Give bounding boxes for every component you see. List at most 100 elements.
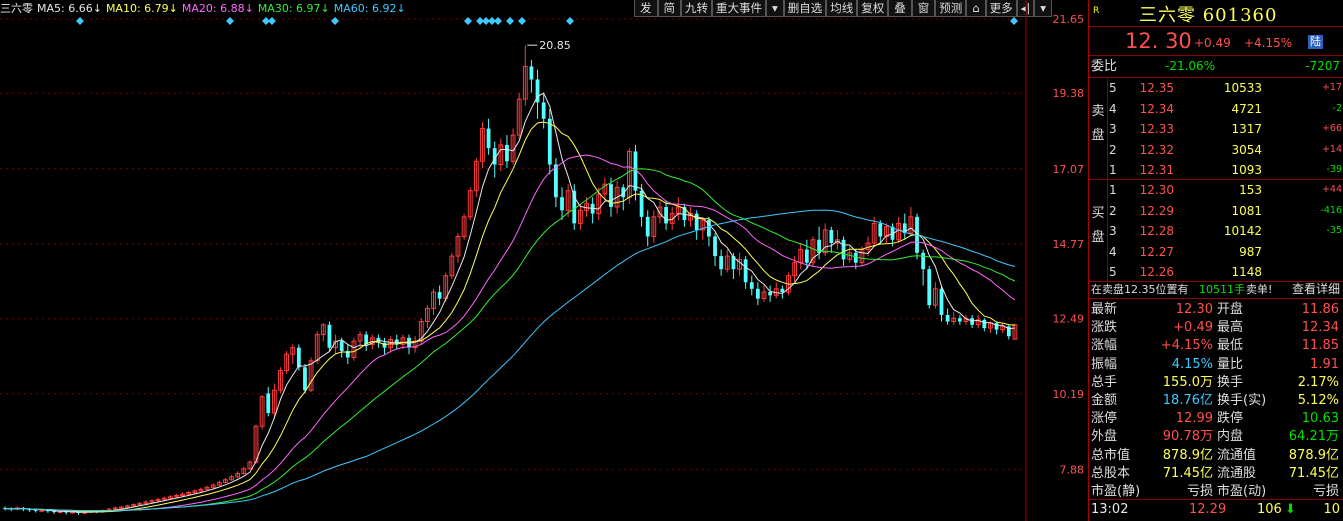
price-change-pct: +4.15%: [1244, 36, 1293, 50]
stat-value: 11.86: [1301, 302, 1339, 317]
stat-value: 155.0万: [1162, 374, 1213, 390]
y-tick-label: 12.49: [1053, 313, 1085, 326]
candle-body: [645, 216, 650, 237]
event-marker-icon: [268, 17, 276, 25]
stat-label: 内盘: [1217, 429, 1244, 445]
view-detail-link[interactable]: 查看详细: [1292, 281, 1340, 298]
stat-value: 12.99: [1175, 411, 1213, 427]
y-tick-label: 17.07: [1053, 163, 1085, 176]
order-volume: 10533: [1223, 81, 1262, 95]
candle-body: [529, 66, 534, 80]
candle-body: [945, 314, 950, 322]
bid-row[interactable]: 2 12.29 1081 -416: [1089, 201, 1343, 221]
ask-row[interactable]: 4 12.34 4721 -2: [1089, 99, 1343, 119]
market-badge: 陆: [1308, 35, 1323, 49]
candle-body: [437, 292, 442, 299]
stat-label: 流通值: [1217, 447, 1257, 463]
stat-label: 量比: [1217, 356, 1244, 372]
stat-label: 换手: [1217, 374, 1244, 390]
bid-row[interactable]: 5 12.26 1148: [1089, 262, 1343, 282]
moving-average-line-ma5: [5, 92, 1015, 513]
stat-value: 878.9亿: [1288, 447, 1339, 463]
ask-row[interactable]: 5 12.35 10533 +17: [1089, 78, 1343, 98]
moving-average-line-ma30: [5, 168, 1016, 512]
bid-row[interactable]: 1 12.30 153 +44: [1089, 180, 1343, 200]
stat-value: 2.17%: [1297, 374, 1339, 390]
stat-value: 5.12%: [1297, 393, 1339, 408]
order-price: 12.29: [1139, 203, 1174, 218]
stat-value: 90.78万: [1162, 429, 1213, 445]
ask-row[interactable]: 3 12.33 1317 +66: [1089, 119, 1343, 139]
price-change: +0.49: [1194, 36, 1231, 50]
volume-change: -39: [1326, 164, 1342, 175]
candle-body: [296, 347, 301, 368]
stat-value: 64.21万: [1288, 429, 1339, 445]
bid-row[interactable]: 4 12.27 987: [1089, 242, 1343, 262]
volume-change: +66: [1321, 123, 1342, 134]
level: 1: [1109, 163, 1117, 177]
tick-count: 10: [1323, 502, 1340, 517]
buy-side-label: 买盘: [1089, 180, 1108, 281]
tick-time: 13:02: [1091, 502, 1129, 517]
event-marker-icon: [464, 17, 472, 25]
level: 3: [1109, 224, 1117, 238]
y-tick-label: 21.65: [1053, 13, 1085, 26]
stat-label: 外盘: [1091, 429, 1118, 445]
kline-chart-area[interactable]: 三六零 MA5: 6.66↓ MA10: 6.79↓ MA20: 6.88↓ MA30:…: [0, 0, 1088, 521]
candle-body: [768, 292, 773, 296]
stat-label: 金额: [1091, 393, 1118, 408]
candle-body: [927, 269, 932, 306]
candle-body: [829, 229, 834, 244]
event-marker-icon: [226, 17, 234, 25]
stat-value: +0.49: [1173, 320, 1213, 336]
candlestick-chart[interactable]: 21.65 19.38 17.07 14.77 12.49 10.19 7.88 20.85: [0, 0, 1088, 521]
order-volume: 10142: [1223, 224, 1262, 238]
candle-body: [921, 252, 926, 270]
order-alert[interactable]: 在卖盘12.35位置有 10511手 卖单! 查看详细: [1089, 281, 1343, 298]
candle-body: [554, 164, 558, 198]
level: 2: [1109, 203, 1117, 218]
wb-diff: -7207: [1305, 59, 1340, 73]
y-tick-label: 19.38: [1053, 87, 1085, 100]
event-marker-icon: [518, 17, 526, 25]
order-volume: 153: [1239, 183, 1262, 197]
stat-label: 跌停: [1217, 411, 1244, 427]
order-price: 12.35: [1139, 81, 1174, 95]
stat-value: 1.91: [1310, 356, 1339, 372]
candle-body: [713, 236, 717, 257]
ask-row[interactable]: 2 12.32 3054 +14: [1089, 140, 1343, 160]
y-tick-label: 7.88: [1060, 463, 1085, 476]
candle-body: [39, 509, 45, 512]
event-marker-icon: [1010, 17, 1018, 25]
level: 4: [1109, 101, 1117, 116]
bid-row[interactable]: 3 12.28 10142 -35: [1089, 221, 1343, 241]
stat-label: 开盘: [1217, 302, 1244, 317]
candle-body: [303, 367, 307, 391]
stat-label: 最新: [1091, 302, 1118, 317]
r-badge: R: [1093, 6, 1100, 16]
sell-side-label: 卖盘: [1089, 78, 1108, 179]
order-price: 12.26: [1139, 265, 1174, 279]
order-price: 12.33: [1139, 122, 1174, 136]
event-marker-icon: [76, 17, 84, 25]
candle-body: [755, 288, 760, 299]
volume-change: +44: [1321, 184, 1342, 195]
candle-body: [841, 239, 846, 260]
quote-panel: R 三六零 601360 12. 30 +0.49 +4.15% 陆 委比 -2…: [1088, 0, 1343, 521]
ask-row[interactable]: 1 12.31 1093 -39: [1089, 160, 1343, 180]
candle-body: [339, 341, 344, 351]
level: 3: [1109, 122, 1117, 136]
level: 2: [1109, 142, 1117, 157]
event-marker-icon: [566, 17, 574, 25]
tick-price: 12.29: [1189, 502, 1227, 517]
moving-average-line-ma10: [5, 121, 1015, 513]
alert-text: 在卖盘12.35位置有: [1091, 283, 1189, 296]
level: 5: [1109, 265, 1117, 279]
order-price: 12.31: [1139, 163, 1174, 177]
stat-label: 总股本: [1091, 465, 1131, 481]
level: 4: [1109, 244, 1117, 259]
high-marker-label: 20.85: [539, 39, 571, 52]
order-price: 12.28: [1139, 224, 1174, 238]
order-volume: 1317: [1231, 122, 1262, 136]
candle-body: [982, 319, 987, 329]
